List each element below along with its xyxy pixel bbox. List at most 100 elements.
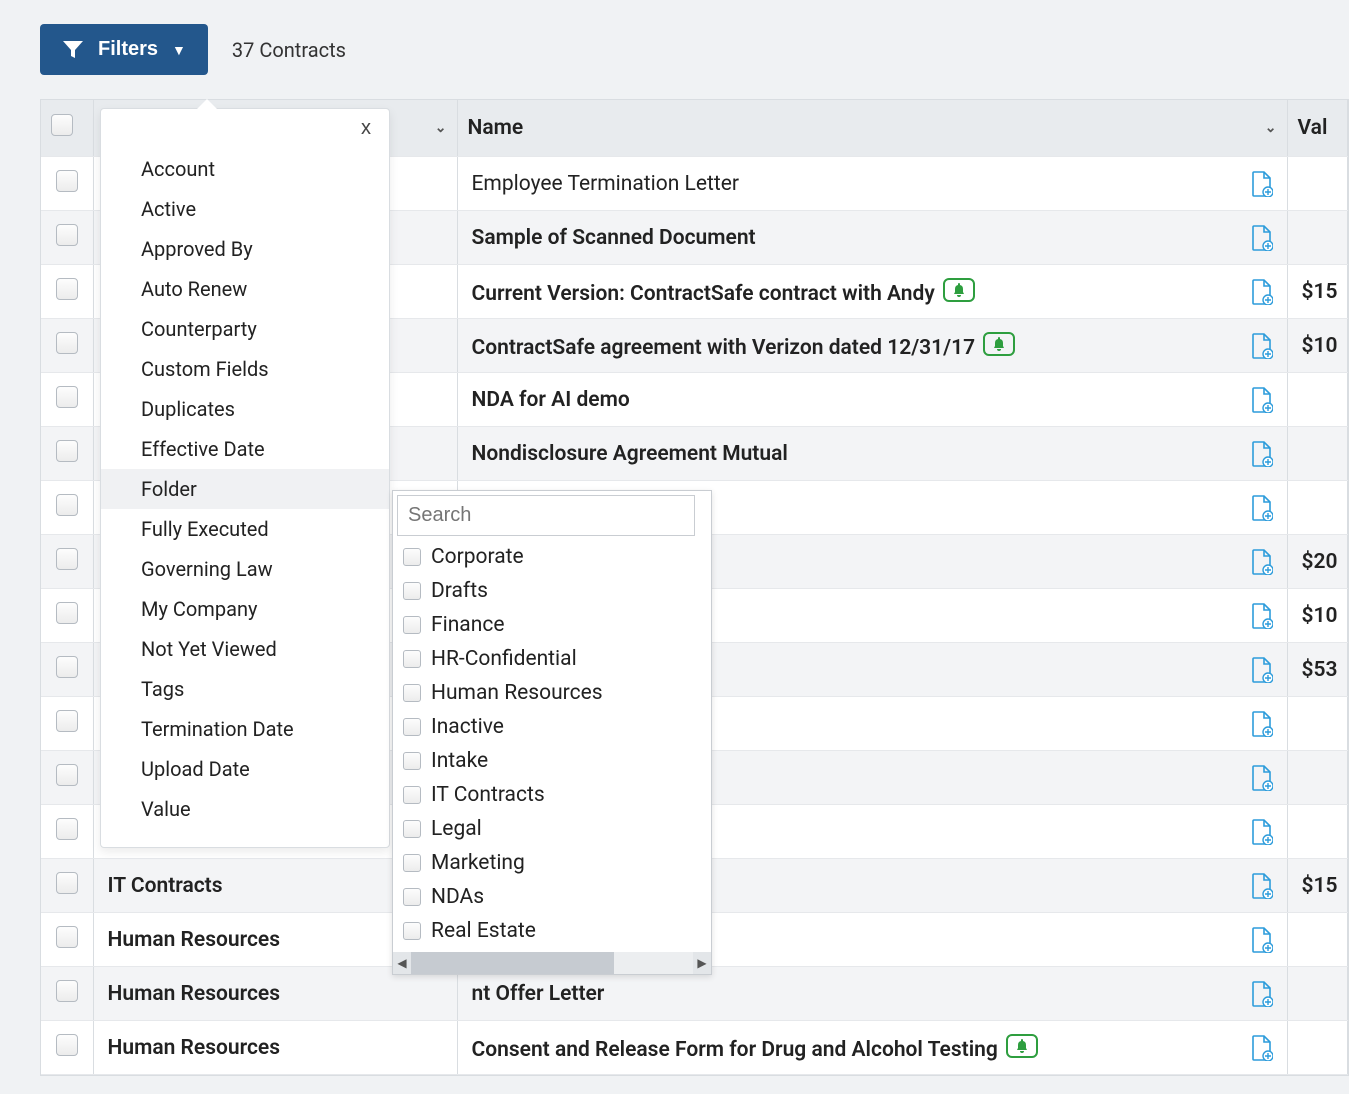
document-add-icon[interactable] <box>1251 387 1273 413</box>
folder-option[interactable]: Legal <box>403 812 705 846</box>
folder-option[interactable]: NDAs <box>403 880 705 914</box>
select-all-checkbox[interactable] <box>51 114 73 136</box>
row-name[interactable]: Sample of Scanned Document <box>457 211 1287 265</box>
filter-option[interactable]: Auto Renew <box>101 269 389 309</box>
row-checkbox[interactable] <box>56 224 78 246</box>
folder-option-checkbox[interactable] <box>403 820 421 838</box>
table-row[interactable]: Human ResourcesConsent and Release Form … <box>41 1021 1348 1075</box>
row-checkbox[interactable] <box>56 602 78 624</box>
folder-option[interactable]: Intake <box>403 744 705 778</box>
folder-option[interactable]: HR-Confidential <box>403 642 705 676</box>
folder-option-checkbox[interactable] <box>403 752 421 770</box>
row-checkbox[interactable] <box>56 440 78 462</box>
row-checkbox[interactable] <box>56 872 78 894</box>
row-checkbox[interactable] <box>56 170 78 192</box>
row-name[interactable]: NDA for AI demo <box>457 373 1287 427</box>
row-checkbox[interactable] <box>56 386 78 408</box>
horizontal-scrollbar[interactable]: ◀ ▶ <box>393 952 711 974</box>
folder-option[interactable]: IT Contracts <box>403 778 705 812</box>
filter-option[interactable]: Not Yet Viewed <box>101 629 389 669</box>
folder-option-checkbox[interactable] <box>403 922 421 940</box>
document-add-icon[interactable] <box>1251 333 1273 359</box>
row-checkbox[interactable] <box>56 710 78 732</box>
document-add-icon[interactable] <box>1251 171 1273 197</box>
filter-option[interactable]: My Company <box>101 589 389 629</box>
filter-option[interactable]: Effective Date <box>101 429 389 469</box>
row-checkbox[interactable] <box>56 926 78 948</box>
row-checkbox[interactable] <box>56 278 78 300</box>
filter-option[interactable]: Account <box>101 149 389 189</box>
row-checkbox[interactable] <box>56 818 78 840</box>
header-name[interactable]: Name⌄ <box>457 100 1287 157</box>
row-name[interactable]: Current Version: ContractSafe contract w… <box>457 265 1287 319</box>
chevron-down-icon[interactable]: ⌄ <box>435 120 447 136</box>
filter-option[interactable]: Folder <box>101 469 389 509</box>
folder-option[interactable]: Finance <box>403 608 705 642</box>
document-add-icon[interactable] <box>1251 927 1273 953</box>
folder-option-checkbox[interactable] <box>403 616 421 634</box>
folder-option-checkbox[interactable] <box>403 582 421 600</box>
scroll-right-arrow[interactable]: ▶ <box>693 952 711 974</box>
row-name[interactable]: ContractSafe agreement with Verizon date… <box>457 319 1287 373</box>
document-add-icon[interactable] <box>1251 711 1273 737</box>
document-add-icon[interactable] <box>1251 495 1273 521</box>
row-name[interactable]: Nondisclosure Agreement Mutual <box>457 427 1287 481</box>
document-add-icon[interactable] <box>1251 981 1273 1007</box>
filter-option[interactable]: Upload Date <box>101 749 389 789</box>
document-add-icon[interactable] <box>1251 603 1273 629</box>
row-checkbox[interactable] <box>56 764 78 786</box>
folder-search-input[interactable] <box>397 495 695 536</box>
document-add-icon[interactable] <box>1251 441 1273 467</box>
header-value[interactable]: Val <box>1287 100 1348 157</box>
document-add-icon[interactable] <box>1251 819 1273 845</box>
row-checkbox[interactable] <box>56 548 78 570</box>
filter-option[interactable]: Governing Law <box>101 549 389 589</box>
folder-option[interactable]: Drafts <box>403 574 705 608</box>
row-name[interactable]: Employee Termination Letter <box>457 157 1287 211</box>
filter-option[interactable]: Duplicates <box>101 389 389 429</box>
document-add-icon[interactable] <box>1251 657 1273 683</box>
header-checkbox-cell[interactable] <box>41 100 93 157</box>
filter-option[interactable]: Fully Executed <box>101 509 389 549</box>
row-checkbox-cell <box>41 643 93 697</box>
row-checkbox[interactable] <box>56 980 78 1002</box>
folder-option[interactable]: Corporate <box>403 540 705 574</box>
folder-option[interactable]: Marketing <box>403 846 705 880</box>
close-button[interactable]: x <box>361 117 371 140</box>
folder-option-checkbox[interactable] <box>403 854 421 872</box>
filter-option[interactable]: Tags <box>101 669 389 709</box>
filters-button[interactable]: Filters ▼ <box>40 24 208 75</box>
filter-option[interactable]: Active <box>101 189 389 229</box>
folder-option[interactable]: Inactive <box>403 710 705 744</box>
document-add-icon[interactable] <box>1251 765 1273 791</box>
folder-options-list[interactable]: CorporateDraftsFinanceHR-ConfidentialHum… <box>393 540 711 952</box>
folder-option-checkbox[interactable] <box>403 684 421 702</box>
row-name[interactable]: Consent and Release Form for Drug and Al… <box>457 1021 1287 1075</box>
folder-option-checkbox[interactable] <box>403 786 421 804</box>
folder-option-checkbox[interactable] <box>403 548 421 566</box>
row-checkbox[interactable] <box>56 1034 78 1056</box>
folder-option-checkbox[interactable] <box>403 650 421 668</box>
row-checkbox[interactable] <box>56 332 78 354</box>
filter-option[interactable]: Termination Date <box>101 709 389 749</box>
scroll-left-arrow[interactable]: ◀ <box>393 952 411 974</box>
folder-option[interactable]: Human Resources <box>403 676 705 710</box>
document-add-icon[interactable] <box>1251 1035 1273 1061</box>
filter-option[interactable]: Value <box>101 789 389 829</box>
document-add-icon[interactable] <box>1251 225 1273 251</box>
filter-option[interactable]: Counterparty <box>101 309 389 349</box>
chevron-down-icon[interactable]: ⌄ <box>1265 120 1277 136</box>
scroll-track[interactable] <box>411 952 693 974</box>
row-checkbox[interactable] <box>56 494 78 516</box>
row-checkbox[interactable] <box>56 656 78 678</box>
scroll-thumb[interactable] <box>411 952 614 974</box>
filter-option[interactable]: Custom Fields <box>101 349 389 389</box>
folder-option-checkbox[interactable] <box>403 888 421 906</box>
folder-option[interactable]: Real Estate <box>403 914 705 948</box>
folder-option-checkbox[interactable] <box>403 718 421 736</box>
folder-filter-panel: CorporateDraftsFinanceHR-ConfidentialHum… <box>392 490 712 975</box>
document-add-icon[interactable] <box>1251 279 1273 305</box>
document-add-icon[interactable] <box>1251 549 1273 575</box>
filter-option[interactable]: Approved By <box>101 229 389 269</box>
document-add-icon[interactable] <box>1251 873 1273 899</box>
